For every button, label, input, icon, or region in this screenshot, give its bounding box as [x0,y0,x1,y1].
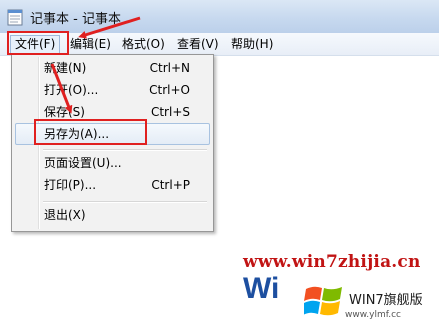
annotation-arrows [50,16,141,114]
arrow-to-file-menu [78,16,141,39]
watermark-logo-text: Wi [243,272,280,305]
watermark-site: www.ylmf.cc [345,310,401,320]
windows-logo-icon [304,286,342,316]
watermark-brand: WIN7旗舰版 [349,293,423,308]
arrow-to-save-as [50,63,73,114]
watermark-url: www.win7zhijia.cn [243,252,421,272]
